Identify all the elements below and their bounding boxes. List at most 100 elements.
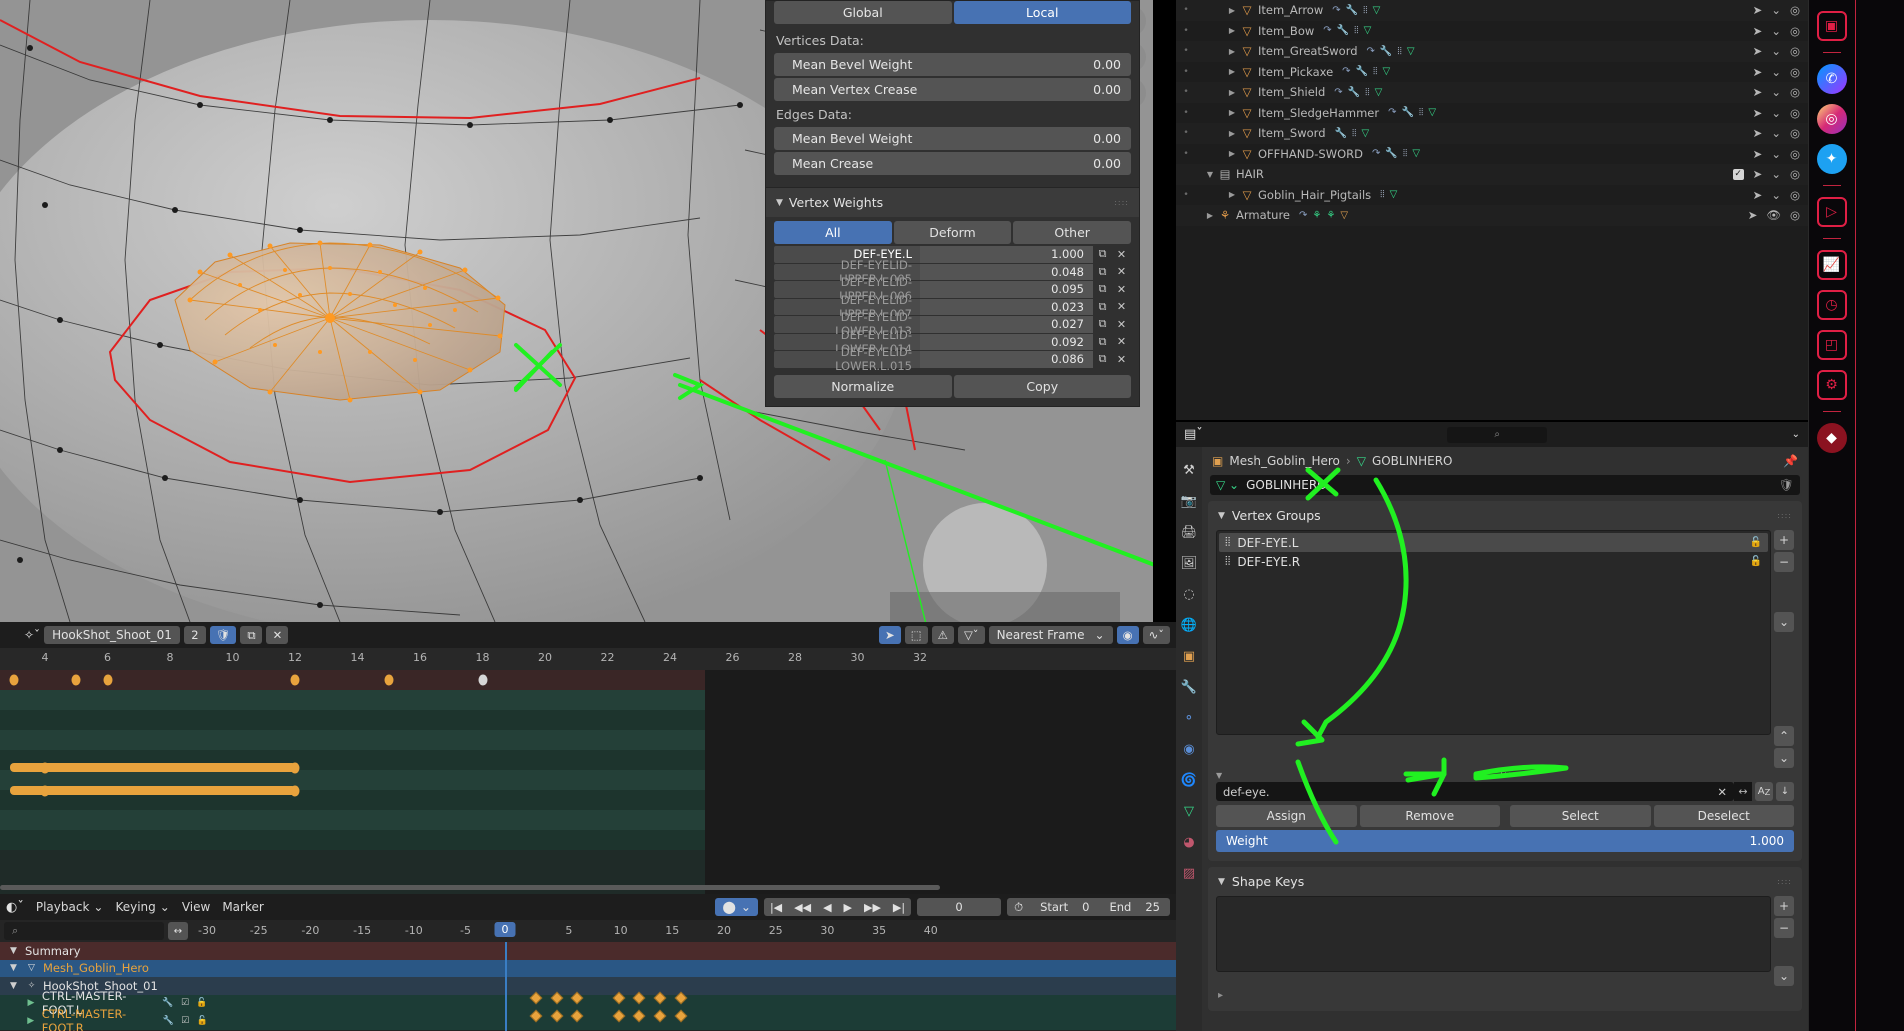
mesh-icon[interactable]: ▽: [1361, 128, 1369, 139]
tab-all[interactable]: All: [774, 221, 892, 244]
vertexgroup-icon[interactable]: ⦙⦙: [1403, 148, 1407, 159]
transport-controls[interactable]: |◀ ◀◀ ◀ ▶ ▶▶ ▶|: [763, 898, 912, 916]
outliner-row[interactable]: • ▶ ▽ Item_Shield ↷ 🔧 ⦙⦙ ▽ ➤ ⌄ ◎: [1176, 82, 1808, 103]
anim-icon[interactable]: ↷: [1332, 5, 1340, 16]
keyframe-bar[interactable]: [10, 786, 296, 795]
cursor-select-icon[interactable]: ➤: [878, 626, 901, 644]
camera-icon[interactable]: ◎: [1790, 44, 1800, 58]
playhead-frame-label[interactable]: 0: [494, 922, 516, 937]
wrench-icon[interactable]: 🔧: [1356, 66, 1368, 77]
outliner-modifier-icons[interactable]: ↷ 🔧 ⦙⦙ ▽: [1332, 5, 1380, 16]
camera-icon[interactable]: ◎: [1790, 188, 1800, 202]
outliner-row-toggles[interactable]: ➤ ⌄ ◎: [1753, 106, 1808, 120]
render-icon[interactable]: 📷: [1180, 492, 1198, 510]
action-icon[interactable]: ✧ˇ: [24, 628, 40, 642]
weight-value[interactable]: 0.086: [920, 351, 1093, 368]
close-icon[interactable]: ✕: [1112, 264, 1131, 281]
fake-user-shield-icon[interactable]: 🛡: [209, 626, 237, 644]
deselect-button[interactable]: Deselect: [1653, 805, 1794, 827]
checkbox-icon[interactable]: ☑: [179, 998, 191, 1008]
outliner-row-toggles[interactable]: ➤ ⌄ ◎: [1753, 44, 1808, 58]
invert-filter-icon[interactable]: ↔: [1734, 782, 1752, 801]
channel-group[interactable]: ▶ CTRL-MASTER-FOOT.R 🔧 ☑ 🔓: [0, 1007, 1176, 1031]
pin-icon[interactable]: 📌: [1783, 454, 1798, 468]
filter-grip-row[interactable]: ▼ ::::: [1216, 770, 1794, 780]
lock-icon[interactable]: 🔓: [196, 1016, 208, 1026]
smooth-falloff-icon[interactable]: ∿ˇ: [1142, 626, 1170, 644]
duplicate-icon[interactable]: ⧉: [240, 626, 263, 644]
shield-ub-icon[interactable]: ◆: [1816, 423, 1847, 453]
anim-icon[interactable]: ↷: [1372, 148, 1380, 159]
vertex-groups-header[interactable]: ▼ Vertex Groups ::::: [1208, 501, 1802, 530]
channel-group[interactable]: ▶ CTRL-MASTER-FOOT.L 🔧 ☑ 🔓: [0, 989, 1176, 1017]
close-icon[interactable]: ✕: [1112, 351, 1131, 368]
breadcrumb-object[interactable]: Mesh_Goblin_Hero: [1229, 454, 1340, 468]
outliner-row[interactable]: ▼ ▤ HAIR ✓ ➤ ⌄ ◎: [1176, 164, 1808, 185]
hide-icon[interactable]: ⌄: [1771, 188, 1781, 202]
restrict-dot[interactable]: •: [1180, 46, 1192, 56]
mesh-icon[interactable]: ▽: [1375, 87, 1383, 98]
auto-keying-icon[interactable]: ⬤ ⌄: [715, 898, 758, 916]
restrict-dot[interactable]: •: [1180, 108, 1192, 118]
vertex-groups-side-buttons[interactable]: + − ⌄ ⌃ ⌄: [1774, 530, 1794, 768]
mesh-icon[interactable]: ▽: [1383, 66, 1391, 77]
add-shape-key-button[interactable]: +: [1774, 896, 1794, 916]
local-toggle[interactable]: Local: [953, 1, 1131, 24]
pose2-icon[interactable]: ⚘: [1326, 210, 1335, 221]
copy-to-selected-icon[interactable]: ⧉: [1093, 351, 1112, 368]
shape-keys-header[interactable]: ▼ Shape Keys ::::: [1208, 867, 1802, 896]
vertex-groups-list[interactable]: ⦙⦙ DEF-EYE.L 🔓 ⦙⦙ DEF-EYE.R 🔓: [1216, 530, 1771, 735]
camera-icon[interactable]: ◎: [1790, 208, 1800, 222]
chevron-right-icon[interactable]: ▶: [1203, 211, 1217, 220]
anim-icon[interactable]: ↷: [1299, 210, 1307, 221]
cursor-arrow-icon[interactable]: ➤: [1753, 106, 1763, 120]
outliner-row-toggles[interactable]: ➤ ⌄ ◎: [1753, 3, 1808, 17]
cube-icon[interactable]: ◰: [1816, 330, 1847, 360]
play-circle-icon[interactable]: ▷: [1816, 197, 1847, 227]
cursor-arrow-icon[interactable]: ➤: [1753, 167, 1763, 181]
copy-to-selected-icon[interactable]: ⧉: [1093, 299, 1112, 316]
keyframe-bar[interactable]: [10, 763, 296, 772]
copy-to-selected-icon[interactable]: ⧉: [1093, 316, 1112, 333]
remove-shape-key-button[interactable]: −: [1774, 918, 1794, 938]
checkbox-icon[interactable]: ✓: [1732, 168, 1744, 180]
outliner-modifier-icons[interactable]: ⦙⦙ ▽: [1380, 189, 1397, 200]
shape-keys-expand-row[interactable]: ▸: [1208, 986, 1802, 1005]
outliner-row-toggles[interactable]: ➤ ⌄ ◎: [1753, 188, 1808, 202]
outliner-row[interactable]: • ▶ ▽ Item_Pickaxe ↷ 🔧 ⦙⦙ ▽ ➤ ⌄ ◎: [1176, 62, 1808, 83]
wrench-icon[interactable]: 🔧: [1335, 128, 1347, 139]
modifier-icon[interactable]: 🔧: [1180, 678, 1198, 696]
dopesheet-header[interactable]: ✧ˇ HookShot_Shoot_01 2 🛡 ⧉ ✕ ➤ ⬚ ⚠ ▽ˇ Ne…: [0, 622, 1176, 648]
wrench-icon[interactable]: 🔧: [1401, 107, 1413, 118]
list-item[interactable]: ⦙⦙ DEF-EYE.L 🔓: [1219, 533, 1768, 552]
vertex-weights-filter-tabs[interactable]: All Deform Other: [766, 217, 1139, 246]
dopesheet-channels-area[interactable]: [0, 670, 1176, 894]
mesh-icon[interactable]: ▽: [1373, 5, 1381, 16]
chevron-right-icon[interactable]: ▶: [25, 998, 37, 1008]
vertexgroup-icon[interactable]: ⦙⦙: [1373, 66, 1377, 77]
hide-icon[interactable]: ⌄: [1771, 65, 1781, 79]
copy-to-selected-icon[interactable]: ⧉: [1093, 246, 1112, 263]
remove-vertex-group-button[interactable]: −: [1774, 552, 1794, 572]
keyframe[interactable]: [9, 674, 19, 686]
vertex-weights-panel-header[interactable]: ▼ Vertex Weights ::::: [766, 187, 1139, 217]
chip-icon[interactable]: ▣: [1816, 11, 1847, 41]
anim-icon[interactable]: ↷: [1388, 107, 1396, 118]
chevron-right-icon[interactable]: ▶: [25, 1016, 37, 1026]
shield-icon[interactable]: 🛡: [1779, 478, 1794, 492]
dopesheet-ruler[interactable]: 4 6 8 10 12 14 16 18 20 22 24 26 28 30 32: [0, 648, 1176, 670]
mesh-data-name[interactable]: GOBLINHERO: [1246, 478, 1327, 492]
chevron-right-icon[interactable]: ▶: [1225, 26, 1239, 35]
outliner-editor[interactable]: • ▶ ▽ Item_Arrow ↷ 🔧 ⦙⦙ ▽ ➤ ⌄ ◎ • ▶ ▽ Item_Bow ↷ 🔧 ⦙⦙ ▽ ➤ ⌄ ◎…: [1176, 0, 1808, 420]
wrench-icon[interactable]: 🔧: [1348, 87, 1360, 98]
vertex-group-specials-button[interactable]: ⌄: [1774, 612, 1794, 632]
play-icon[interactable]: ▶: [838, 901, 858, 914]
camera-icon[interactable]: ◎: [1790, 106, 1800, 120]
mean-bevel-weight-vert-field[interactable]: Mean Bevel Weight 0.00: [774, 53, 1131, 76]
restrict-dot[interactable]: •: [1180, 5, 1192, 15]
anim-icon[interactable]: ↷: [1334, 87, 1342, 98]
material-icon[interactable]: ◕: [1180, 833, 1198, 851]
chevron-down-icon[interactable]: ⌄: [1792, 429, 1800, 440]
chevron-right-icon[interactable]: ▶: [1225, 129, 1239, 138]
properties-editor[interactable]: ▤ˇ ⌕ ⌄ ⚒ 📷 🖨 🖼 ◌ 🌐 ▣ 🔧 ⚬ ◉ 🌀 ▽ ◕ ▨ ▣ Mes…: [1176, 422, 1808, 1031]
